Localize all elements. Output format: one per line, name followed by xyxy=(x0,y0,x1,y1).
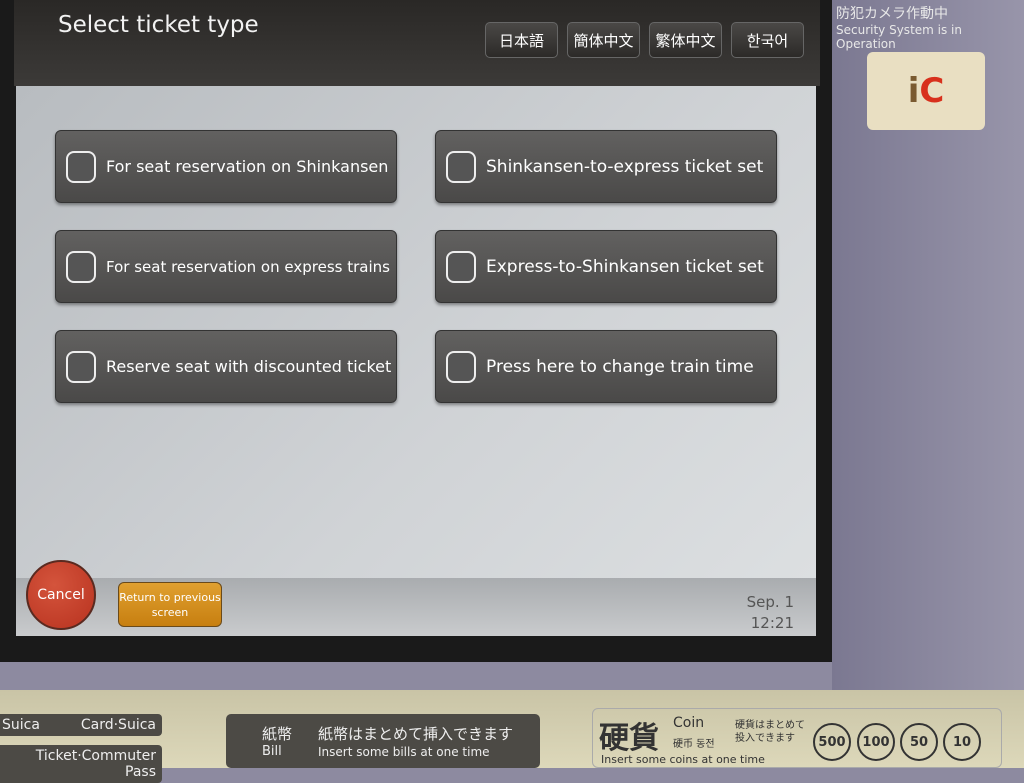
coin-jp: 硬貨 xyxy=(599,721,659,756)
express-seat-icon xyxy=(66,250,96,283)
lang-japanese-button[interactable]: 日本語 xyxy=(485,22,558,58)
ticket-pass-label: Ticket·Commuter Pass xyxy=(0,745,162,783)
header: Select ticket type 日本語 簡体中文 繁体中文 한국어 xyxy=(14,0,820,86)
datetime: Sep. 1 12:21 xyxy=(747,592,794,634)
button-label: Press here to change train time xyxy=(486,356,754,377)
bill-jp: 紙幣 xyxy=(262,725,293,743)
lang-simplified-chinese-button[interactable]: 簡体中文 xyxy=(567,22,640,58)
lang-traditional-chinese-button[interactable]: 繁体中文 xyxy=(649,22,722,58)
return-button[interactable]: Return to previous screen xyxy=(118,582,222,627)
time: 12:21 xyxy=(750,614,794,632)
shinkansen-express-icon xyxy=(446,150,476,183)
coin-100: 100 xyxy=(857,723,895,761)
camera-notice-jp: 防犯カメラ作動中 xyxy=(836,6,948,22)
express-to-shinkansen-button[interactable]: Express-to-Shinkansen ticket set xyxy=(435,230,777,303)
button-label: Express-to-Shinkansen ticket set xyxy=(486,256,764,277)
button-label: Shinkansen-to-express ticket set xyxy=(486,156,764,177)
change-train-time-button[interactable]: Press here to change train time xyxy=(435,330,777,403)
coin-msg-en: Insert some coins at one time xyxy=(601,753,765,766)
bill-msg-en: Insert some bills at one time xyxy=(318,745,490,759)
coin-50: 50 xyxy=(900,723,938,761)
coin-500: 500 xyxy=(813,723,851,761)
language-selector: 日本語 簡体中文 繁体中文 한국어 xyxy=(485,22,804,58)
discount-ticket-button[interactable]: Reserve seat with discounted ticket xyxy=(55,330,397,403)
bill-en: Bill xyxy=(262,744,282,759)
bill-slot[interactable]: 紙幣 Bill 紙幣はまとめて挿入できます Insert some bills … xyxy=(226,714,540,768)
card-suica-label: Card·Suica xyxy=(80,717,156,733)
coin-msg-jp: 硬貨はまとめて投入できます xyxy=(735,720,805,744)
shinkansen-to-express-button[interactable]: Shinkansen-to-express ticket set xyxy=(435,130,777,203)
lang-korean-button[interactable]: 한국어 xyxy=(731,22,804,58)
page-title: Select ticket type xyxy=(58,12,259,38)
card-slot-label: Suica Card·Suica xyxy=(0,714,162,736)
coin-en: Coin xyxy=(673,715,705,731)
ic-card-reader[interactable]: iC xyxy=(867,52,985,130)
camera-notice-en: Security System is in Operation xyxy=(836,23,962,51)
button-label: For seat reservation on express trains xyxy=(106,257,390,276)
cancel-button[interactable]: Cancel xyxy=(26,560,96,630)
date: Sep. 1 xyxy=(746,593,794,611)
coin-slot[interactable]: 硬貨 Coin 硬币 동전 硬貨はまとめて投入できます Insert some … xyxy=(592,708,1002,768)
shinkansen-seat-button[interactable]: For seat reservation on Shinkansen xyxy=(55,130,397,203)
express-seat-button[interactable]: For seat reservation on express trains xyxy=(55,230,397,303)
discount-ticket-icon xyxy=(66,350,96,383)
express-shinkansen-icon xyxy=(446,250,476,283)
coin-10: 10 xyxy=(943,723,981,761)
button-label: Reserve seat with discounted ticket xyxy=(106,357,392,376)
shinkansen-seat-icon xyxy=(66,150,96,183)
bill-msg-jp: 紙幣はまとめて挿入できます xyxy=(318,725,514,743)
coin-sub: 硬币 동전 xyxy=(673,739,715,750)
suica-label: Suica xyxy=(2,717,40,733)
button-label: For seat reservation on Shinkansen xyxy=(106,157,389,176)
change-time-icon xyxy=(446,350,476,383)
